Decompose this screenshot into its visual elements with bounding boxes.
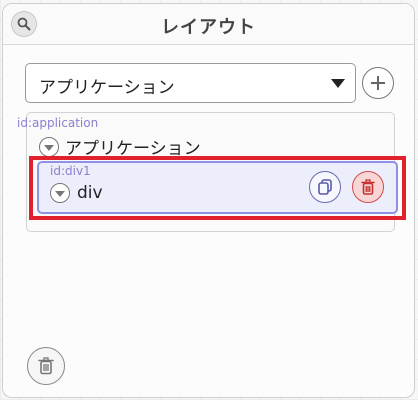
tree-root-id: id:application — [17, 116, 99, 130]
add-component-button[interactable] — [362, 67, 394, 99]
layout-panel: レイアウト アプリケーション id:application アプリケーション i… — [2, 3, 415, 398]
component-select-value: アプリケーション — [39, 78, 175, 98]
panel-title: レイアウト — [161, 17, 256, 38]
component-select[interactable]: アプリケーション — [25, 63, 356, 103]
chevron-down-icon — [331, 79, 345, 88]
trash-bin-button[interactable] — [27, 347, 65, 385]
selection-highlight — [29, 156, 406, 220]
panel-titlebar: レイアウト — [3, 4, 414, 45]
trash-icon — [38, 357, 54, 375]
collapse-toggle-icon[interactable] — [39, 136, 59, 157]
page-background: レイアウト アプリケーション id:application アプリケーション i… — [0, 0, 418, 400]
plus-icon — [371, 76, 385, 90]
